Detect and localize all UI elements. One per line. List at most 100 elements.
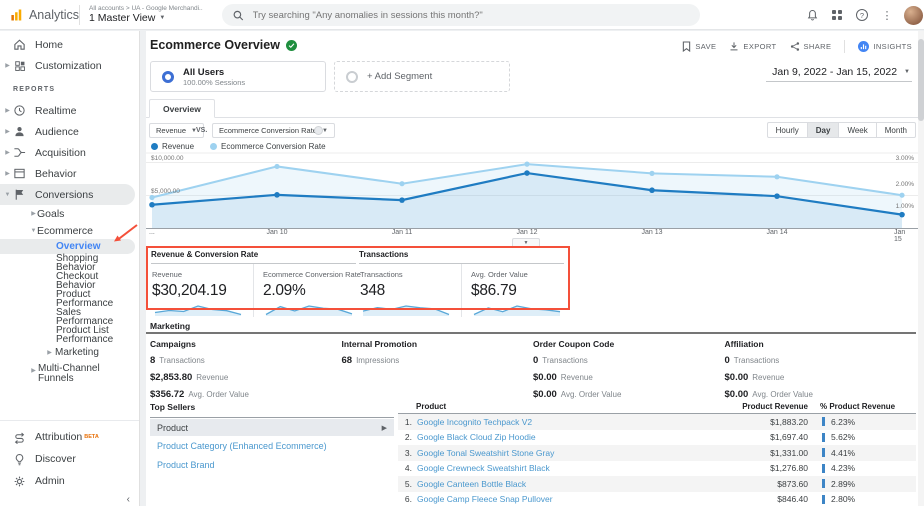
sidebar-item-attribution[interactable]: Attribution BETA: [0, 426, 140, 448]
timeseries-chart: [146, 152, 918, 229]
sidebar-item-shopping-behavior[interactable]: Shopping Behavior: [0, 253, 136, 273]
home-icon: [12, 38, 27, 51]
product-link[interactable]: Google Incognito Techpack V2: [412, 417, 718, 427]
granularity-week[interactable]: Week: [839, 122, 877, 138]
verified-check-icon: [285, 39, 297, 51]
add-segment-circle-icon: [346, 70, 358, 83]
search-bar[interactable]: [222, 4, 700, 26]
scorecard-revenue[interactable]: Revenue $30,204.19: [151, 264, 253, 317]
scorecard-transactions[interactable]: Transactions 348: [359, 264, 461, 317]
customization-icon: [12, 60, 27, 72]
metric-options-circle-icon[interactable]: [314, 126, 323, 135]
sidebar-label: Acquisition: [35, 146, 86, 159]
percent-value: 6.23%: [831, 416, 856, 427]
save-button[interactable]: SAVE: [682, 41, 716, 52]
insights-button[interactable]: INSIGHTS: [858, 41, 912, 52]
tab-overview[interactable]: Overview: [149, 99, 215, 118]
sidebar-item-conversions[interactable]: ▼ Conversions: [0, 184, 135, 205]
collapse-chart-button[interactable]: ▼: [512, 238, 540, 248]
column-header-product[interactable]: Product: [398, 402, 718, 411]
sidebar-item-customization[interactable]: ▶ Customization: [0, 55, 140, 76]
scorecard-avg-order-value[interactable]: Avg. Order Value $86.79: [461, 264, 563, 317]
scorecard-label: Revenue: [152, 270, 183, 279]
percent-cell: 2.89%: [808, 479, 916, 489]
marketing-metric-label: Avg. Order Value: [188, 390, 249, 399]
product-table: Product Product Revenue % Product Revenu…: [398, 402, 916, 506]
product-link[interactable]: Google Canteen Bottle Black: [412, 479, 718, 489]
apps-grid-icon[interactable]: [829, 7, 845, 23]
scorecard-group-title: Revenue & Conversion Rate: [151, 250, 356, 264]
product-link[interactable]: Google Tonal Sweatshirt Stone Gray: [412, 448, 718, 458]
percent-value: 4.23%: [831, 463, 856, 474]
segment-chip-all-users[interactable]: All Users 100.00% Sessions: [150, 61, 326, 92]
marketing-section-rule: [146, 332, 916, 334]
sidebar-item-marketing[interactable]: ▶ Marketing: [0, 344, 139, 361]
user-avatar[interactable]: [904, 5, 923, 25]
x-axis-label: Jan 11: [391, 229, 413, 236]
expand-icon: ▶: [5, 108, 10, 114]
sidebar-item-ecommerce-overview[interactable]: Overview: [0, 239, 135, 254]
column-header-percent-product-revenue[interactable]: % Product Revenue: [808, 402, 916, 411]
share-button[interactable]: SHARE: [790, 41, 832, 52]
percent-value: 4.41%: [831, 447, 856, 458]
product-table-header: Product Product Revenue % Product Revenu…: [398, 402, 916, 414]
marketing-column-title: Internal Promotion: [341, 339, 418, 349]
search-input[interactable]: [252, 9, 689, 21]
sidebar-item-ecommerce[interactable]: ▼ Ecommerce: [0, 222, 140, 239]
granularity-hourly[interactable]: Hourly: [766, 122, 808, 138]
granularity-month[interactable]: Month: [876, 122, 916, 138]
product-link[interactable]: Google Camp Fleece Snap Pullover: [412, 494, 718, 504]
sidebar-item-multi-channel-funnels[interactable]: ▶ Multi-Channel Funnels: [0, 361, 139, 387]
reports-section-label: REPORTS: [13, 86, 56, 93]
sparkline: [265, 305, 353, 316]
column-header-product-revenue[interactable]: Product Revenue: [718, 402, 808, 411]
expand-icon: ▶: [5, 63, 10, 69]
sidebar-item-audience[interactable]: ▶ Audience: [0, 121, 140, 142]
product-link[interactable]: Google Black Cloud Zip Hoodie: [412, 432, 718, 442]
percent-cell: 4.23%: [808, 463, 916, 473]
scorecard-conversion-rate[interactable]: Ecommerce Conversion Rate 2.09%: [253, 264, 361, 317]
marketing-metric-label: Revenue: [752, 373, 785, 382]
sidebar-item-discover[interactable]: Discover: [0, 448, 140, 470]
sidebar-item-goals[interactable]: ▶ Goals: [0, 205, 140, 222]
sidebar-collapse-chevron[interactable]: ‹: [127, 494, 130, 505]
sidebar-item-admin[interactable]: Admin: [0, 470, 140, 492]
search-icon: [233, 10, 244, 20]
top-sellers-item-product-category-enhanced-ecommerce-[interactable]: Product Category (Enhanced Ecommerce): [150, 437, 394, 455]
legend-label: Ecommerce Conversion Rate: [221, 142, 326, 151]
sidebar-label: Marketing: [55, 347, 99, 358]
sidebar-item-product-list-performance[interactable]: Product List Performance: [0, 326, 136, 345]
more-vertical-icon[interactable]: ⋮: [879, 7, 895, 23]
realtime-clock-icon: [12, 104, 27, 117]
top-sellers-item-product[interactable]: Product ▶: [150, 419, 394, 436]
sidebar-item-home[interactable]: Home: [0, 34, 140, 55]
top-sellers-item-label: Product Brand: [157, 460, 215, 470]
date-range-picker[interactable]: Jan 9, 2022 - Jan 15, 2022 ▼: [766, 66, 912, 82]
sidebar-item-realtime[interactable]: ▶ Realtime: [0, 100, 140, 121]
sidebar-label: Shopping Behavior: [56, 253, 99, 273]
notifications-bell-icon[interactable]: [804, 7, 820, 23]
granularity-day[interactable]: Day: [807, 122, 840, 138]
top-sellers-item-product-brand[interactable]: Product Brand: [150, 456, 394, 474]
help-icon[interactable]: ?: [854, 7, 870, 23]
marketing-metric-label: Avg. Order Value: [752, 390, 813, 399]
sidebar-item-acquisition[interactable]: ▶ Acquisition: [0, 142, 140, 163]
scrollbar-thumb[interactable]: [918, 39, 924, 121]
export-button[interactable]: EXPORT: [729, 41, 776, 52]
sidebar-item-sales-performance[interactable]: Sales Performance: [0, 308, 136, 327]
sidebar-item-checkout-behavior[interactable]: Checkout Behavior: [0, 272, 136, 291]
x-axis-label: Jan 15: [894, 229, 906, 243]
add-segment-button[interactable]: + Add Segment: [334, 61, 510, 92]
sparkline: [473, 305, 561, 316]
analytics-logo[interactable]: Analytics: [0, 8, 79, 22]
topbar-icons: ? ⋮: [804, 0, 924, 30]
sidebar-item-behavior[interactable]: ▶ Behavior: [0, 163, 140, 184]
actions-divider: [844, 40, 846, 53]
y-axis-tick-left: $5,000.00: [151, 188, 180, 195]
marketing-metric: $0.00 Revenue: [533, 372, 725, 383]
account-switcher[interactable]: All accounts > UA - Google Merchandi.. 1…: [80, 5, 212, 24]
product-link[interactable]: Google Crewneck Sweatshirt Black: [412, 463, 718, 473]
sidebar-item-product-performance[interactable]: Product Performance: [0, 290, 136, 309]
scorecard-value: $30,204.19: [152, 282, 227, 299]
marketing-metric-label: Impressions: [356, 356, 400, 365]
